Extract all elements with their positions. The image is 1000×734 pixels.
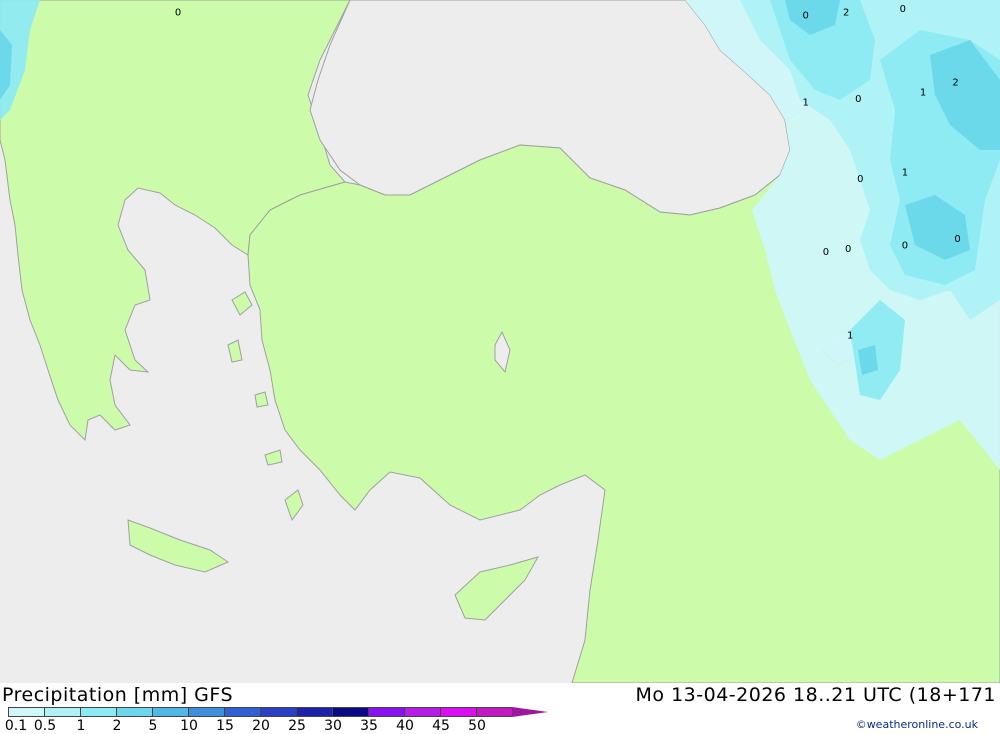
- precip-value-label: 0: [855, 94, 861, 105]
- legend-swatch: [440, 707, 476, 717]
- legend-swatch: [188, 707, 224, 717]
- precip-value-label: 2: [952, 77, 958, 88]
- legend-swatch: [296, 707, 332, 717]
- footer: Precipitation [mm] GFS Mo 13-04-2026 18.…: [0, 683, 1000, 734]
- precip-value-label: 1: [803, 97, 809, 108]
- legend-tick-label: 1: [76, 718, 86, 734]
- color-legend: [8, 707, 548, 717]
- legend-swatch: [368, 707, 404, 717]
- precip-value-label: 0: [857, 174, 863, 185]
- precip-value-label: 0: [845, 244, 851, 255]
- legend-swatch: [116, 707, 152, 717]
- legend-swatch: [260, 707, 296, 717]
- legend-tick-label: 30: [324, 718, 342, 734]
- legend-tick-label: 15: [216, 718, 234, 734]
- legend-swatch: [80, 707, 116, 717]
- legend-tick-label: 50: [468, 718, 486, 734]
- precip-value-label: 0: [900, 4, 906, 15]
- legend-tick-label: 10: [180, 718, 198, 734]
- legend-tick-label: 2: [112, 718, 122, 734]
- legend-tick-label: 35: [360, 718, 378, 734]
- precip-value-label: 0: [823, 247, 829, 258]
- precip-value-label: 0: [954, 234, 960, 245]
- precip-value-label: 0: [803, 11, 809, 22]
- map-title: Precipitation [mm] GFS: [2, 684, 234, 706]
- legend-swatch: [404, 707, 440, 717]
- legend-tick-label: 25: [288, 718, 306, 734]
- legend-swatch: [44, 707, 80, 717]
- valid-time: Mo 13-04-2026 18..21 UTC (18+171: [635, 684, 996, 706]
- legend-swatch: [224, 707, 260, 717]
- legend-tick-label: 20: [252, 718, 270, 734]
- precip-value-label: 1: [920, 87, 926, 98]
- credit-link[interactable]: ©weatheronline.co.uk: [856, 718, 978, 731]
- precip-value-label: 2: [843, 7, 849, 18]
- precip-value-label: 0: [902, 241, 908, 252]
- precip-value-label: 1: [902, 167, 908, 178]
- legend-swatch: [152, 707, 188, 717]
- legend-tick-label: 40: [396, 718, 414, 734]
- legend-tick-label: 0.1: [4, 718, 28, 734]
- precip-value-label: 0: [175, 7, 181, 18]
- legend-swatch: [476, 707, 512, 717]
- legend-arrow: [512, 707, 548, 717]
- legend-ticks: 0.1 0.5 1 2 5 10 15 20 25 30 35 40 45 50: [0, 718, 560, 734]
- legend-tick-label: 45: [432, 718, 450, 734]
- legend-swatch: [8, 707, 44, 717]
- legend-tick-label: 0.5: [33, 718, 57, 734]
- precip-value-label: 1: [847, 331, 853, 342]
- legend-tick-label: 5: [148, 718, 158, 734]
- precipitation-map[interactable]: 0 2 0 0 1 0 1 2 0 1 0 0 0 0 1: [0, 0, 1000, 683]
- legend-swatch: [332, 707, 368, 717]
